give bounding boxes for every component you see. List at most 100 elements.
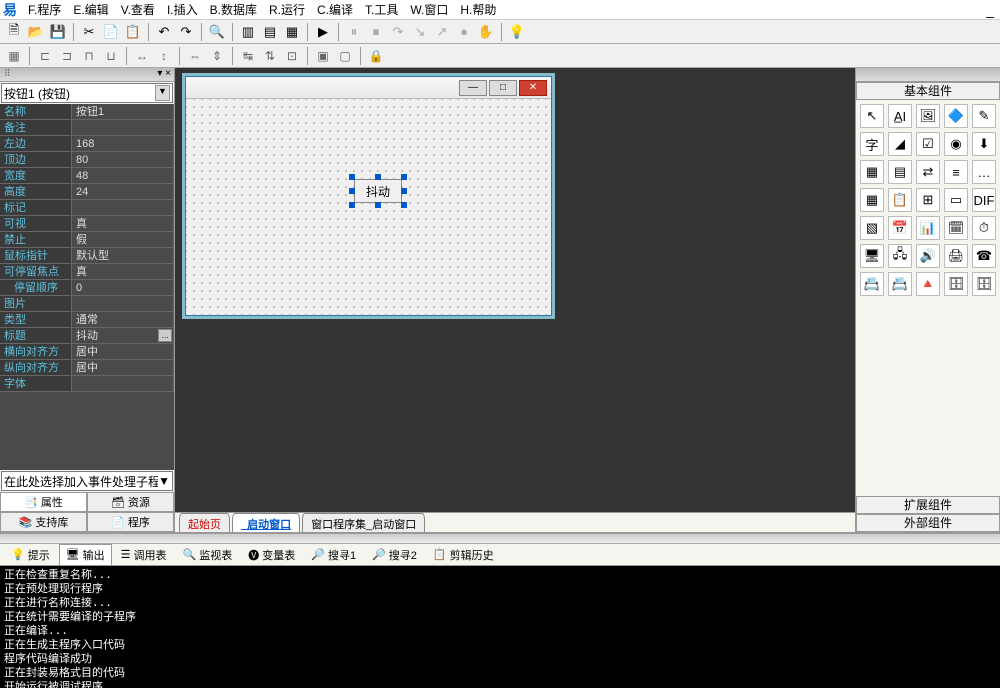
section-ext-components[interactable]: 扩展组件 [856,496,1000,514]
property-row[interactable]: 字体 [0,376,174,392]
redo-button[interactable]: ↷ [176,22,196,42]
tab-start-page[interactable]: 起始页 [179,513,230,532]
component-button-19[interactable]: DIF [972,188,996,212]
component-button-0[interactable]: ↖ [860,104,884,128]
menu-compile[interactable]: C.编译 [311,0,359,20]
find-button[interactable]: 🔍 [207,22,227,42]
send-back-icon[interactable]: ▢ [335,46,355,66]
menu-help[interactable]: H.帮助 [454,0,502,20]
breakpoint-button[interactable]: ● [454,22,474,42]
component-button-11[interactable]: ▤ [888,160,912,184]
bring-front-icon[interactable]: ▣ [313,46,333,66]
tab-variables[interactable]: 🅥变量表 [241,544,302,566]
component-button-28[interactable]: 🖨 [944,244,968,268]
panel-close-icon[interactable]: ▾ × [154,68,174,81]
selection-handle[interactable] [401,188,407,194]
form-close-button[interactable]: ✕ [519,80,547,96]
menu-window[interactable]: W.窗口 [404,0,454,20]
pause-button[interactable]: ⏸ [344,22,364,42]
designer-canvas[interactable]: — □ ✕ 抖动 [175,68,855,512]
tab-output[interactable]: 🖥输出 [59,544,112,566]
property-value[interactable]: 24 [72,184,174,199]
design-button-control[interactable]: 抖动 [354,179,402,203]
paste-button[interactable]: 📋 [123,22,143,42]
lock-icon[interactable]: 🔒 [366,46,386,66]
component-button-4[interactable]: ✎ [972,104,996,128]
tab-properties[interactable]: 📑 属性 [0,492,87,512]
property-value[interactable]: 48 [72,168,174,183]
component-button-27[interactable]: 🔊 [916,244,940,268]
menu-program[interactable]: F.程序 [22,0,67,20]
form-window[interactable]: — □ ✕ 抖动 [185,76,552,316]
undo-button[interactable]: ↶ [154,22,174,42]
component-button-30[interactable]: 📇 [860,272,884,296]
menu-tools[interactable]: T.工具 [359,0,404,20]
stop-button[interactable]: ⏹ [366,22,386,42]
output-console[interactable]: 正在检查重复名称...正在预处理现行程序正在进行名称连接...正在统计需要编译的… [0,566,1000,688]
component-button-31[interactable]: 📇 [888,272,912,296]
component-button-15[interactable]: ▦ [860,188,884,212]
property-value[interactable]: 居中 [72,360,174,375]
component-button-22[interactable]: 📊 [916,216,940,240]
align-bottom-icon[interactable]: ⊔ [101,46,121,66]
property-row[interactable]: 高度24 [0,184,174,200]
property-row[interactable]: 类型通常 [0,312,174,328]
property-row[interactable]: 宽度48 [0,168,174,184]
step-out-button[interactable]: ↗ [432,22,452,42]
component-button-6[interactable]: ◢ [888,132,912,156]
copy-button[interactable]: 📄 [101,22,121,42]
same-height-icon[interactable]: ⇅ [260,46,280,66]
component-button-20[interactable]: ▧ [860,216,884,240]
property-value[interactable]: 居中 [72,344,174,359]
property-row[interactable]: 可停留焦点真 [0,264,174,280]
property-row[interactable]: 可视真 [0,216,174,232]
step-over-button[interactable]: ↷ [388,22,408,42]
component-button-32[interactable]: 🔺 [916,272,940,296]
align-right-icon[interactable]: ⊐ [57,46,77,66]
cut-button[interactable]: ✂ [79,22,99,42]
selection-handle[interactable] [349,202,355,208]
property-row[interactable]: 名称按钮1 [0,104,174,120]
section-basic-components[interactable]: 基本组件 [856,82,1000,100]
property-row[interactable]: 纵向对齐方式居中 [0,360,174,376]
menu-run[interactable]: R.运行 [263,0,311,20]
component-button-12[interactable]: ⇄ [916,160,940,184]
property-value[interactable]: 168 [72,136,174,151]
property-row[interactable]: 标题抖动… [0,328,174,344]
component-button-26[interactable]: 🖧 [888,244,912,268]
section-external-components[interactable]: 外部组件 [856,514,1000,532]
selection-handle[interactable] [349,174,355,180]
tab-search1[interactable]: 🔎搜寻1 [304,544,363,566]
property-row[interactable]: 顶边80 [0,152,174,168]
component-button-9[interactable]: ⬇ [972,132,996,156]
form-minimize-button[interactable]: — [459,80,487,96]
component-button-29[interactable]: ☎ [972,244,996,268]
component-button-7[interactable]: ☑ [916,132,940,156]
form-body[interactable]: 抖动 [186,99,551,315]
component-button-10[interactable]: ▦ [860,160,884,184]
form-titlebar[interactable]: — □ ✕ [186,77,551,99]
same-size-icon[interactable]: ⊡ [282,46,302,66]
layout1-button[interactable]: ▥ [238,22,258,42]
property-value[interactable]: 抖动… [72,328,174,343]
open-button[interactable]: 📂 [26,22,46,42]
property-value[interactable]: 80 [72,152,174,167]
knowledge-button[interactable]: 💡 [507,22,527,42]
selection-handle[interactable] [401,202,407,208]
tab-resources[interactable]: 🗃 资源 [87,492,174,512]
align-top-icon[interactable]: ⊓ [79,46,99,66]
tab-callstack[interactable]: ☰调用表 [114,544,174,566]
center-v-icon[interactable]: ↕ [154,46,174,66]
tab-support-lib[interactable]: 📚 支持库 [0,512,87,532]
tab-startup-window[interactable]: _启动窗口 [232,513,300,532]
same-width-icon[interactable]: ↹ [238,46,258,66]
tab-clip-history[interactable]: 📋剪辑历史 [426,544,501,566]
menu-insert[interactable]: I.插入 [161,0,204,20]
property-row[interactable]: 横向对齐方式居中 [0,344,174,360]
dropdown-arrow-icon[interactable]: ▼ [158,474,170,488]
component-button-14[interactable]: … [972,160,996,184]
object-selector[interactable]: 按钮1 (按钮) ▼ [1,83,173,103]
property-value[interactable]: 0 [72,280,174,295]
selection-handle[interactable] [401,174,407,180]
tab-tips[interactable]: 💡提示 [4,544,57,566]
